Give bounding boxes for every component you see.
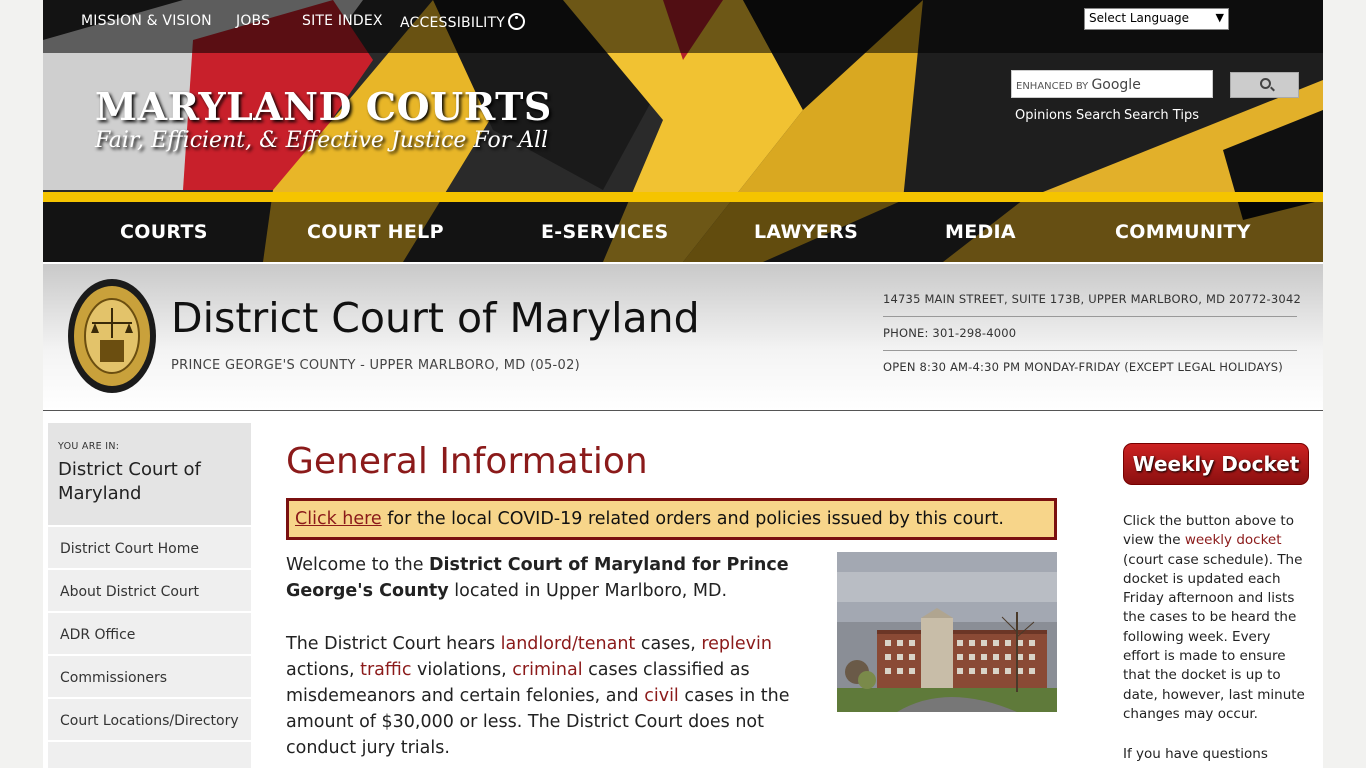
covid-alert-text: for the local COVID-19 related orders an… <box>381 509 1004 529</box>
yellow-divider <box>43 192 1323 202</box>
court-address: 14735 MAIN STREET, SUITE 173B, UPPER MAR… <box>883 292 1301 317</box>
sidebar: YOU ARE IN: District Court of Maryland D… <box>48 423 251 768</box>
welcome-paragraph: Welcome to the District Court of Marylan… <box>286 552 831 604</box>
sidebar-item-court-locations[interactable]: Court Locations/Directory <box>48 699 251 742</box>
language-select-value: Select Language <box>1089 11 1190 25</box>
jobs-link[interactable]: JOBS <box>236 13 270 29</box>
search-tips-link[interactable]: Search Tips <box>1124 108 1199 123</box>
search-placeholder: ENHANCED BY Google <box>1016 77 1141 93</box>
docket-description: Click the button above to view the weekl… <box>1123 512 1309 724</box>
search-placeholder-small: ENHANCED BY <box>1016 81 1089 92</box>
search-button[interactable] <box>1230 72 1299 98</box>
site-index-link[interactable]: SITE INDEX <box>302 13 383 29</box>
weekly-docket-button[interactable]: Weekly Docket <box>1123 443 1309 485</box>
docket-questions-text: If you have questions <box>1123 746 1268 763</box>
landlord-tenant-link[interactable]: landlord/tenant <box>501 634 636 654</box>
search-placeholder-brand: Google <box>1091 77 1141 93</box>
jurisdiction-text-4: violations, <box>411 660 513 680</box>
mission-vision-link[interactable]: MISSION & VISION <box>81 13 212 29</box>
nav-e-services[interactable]: E-SERVICES <box>541 221 669 243</box>
traffic-link[interactable]: traffic <box>360 660 411 680</box>
nav-community[interactable]: COMMUNITY <box>1115 221 1251 243</box>
court-header: District Court of Maryland PRINCE GEORGE… <box>43 264 1323 411</box>
header-banner: MISSION & VISION JOBS SITE INDEX ACCESSI… <box>43 0 1323 262</box>
sidebar-item-adr-office[interactable]: ADR Office <box>48 613 251 656</box>
page-title: General Information <box>286 441 648 482</box>
you-are-in-box: YOU ARE IN: District Court of Maryland <box>48 423 251 527</box>
search-input[interactable]: ENHANCED BY Google <box>1011 70 1213 98</box>
jurisdiction-paragraph: The District Court hears landlord/tenant… <box>286 631 831 761</box>
civil-link[interactable]: civil <box>644 686 679 706</box>
site-title[interactable]: MARYLAND COURTS <box>95 84 552 129</box>
sidebar-item-district-court-home[interactable]: District Court Home <box>48 527 251 570</box>
right-column: Weekly Docket Click the button above to … <box>1123 443 1313 765</box>
weekly-docket-link[interactable]: weekly docket <box>1185 532 1282 548</box>
covid-alert-box: Click here for the local COVID-19 relate… <box>286 498 1057 540</box>
court-phone: PHONE: 301-298-4000 <box>883 326 1297 351</box>
nav-lawyers[interactable]: LAWYERS <box>754 221 858 243</box>
court-hours: OPEN 8:30 AM-4:30 PM MONDAY-FRIDAY (EXCE… <box>883 360 1283 374</box>
court-seal-logo <box>68 279 156 393</box>
opinions-search-link[interactable]: Opinions Search <box>1015 108 1121 123</box>
accessibility-icon <box>508 13 525 30</box>
accessibility-link[interactable]: ACCESSIBILITY <box>400 13 525 31</box>
welcome-text-a: Welcome to the <box>286 555 430 575</box>
court-subtitle: PRINCE GEORGE'S COUNTY - UPPER MARLBORO,… <box>171 358 581 373</box>
nav-court-help[interactable]: COURT HELP <box>307 221 444 243</box>
courthouse-photo <box>837 552 1057 712</box>
nav-media[interactable]: MEDIA <box>945 221 1016 243</box>
main-content: General Information Click here for the l… <box>286 423 1057 758</box>
you-are-in-label: YOU ARE IN: <box>58 441 120 452</box>
sidebar-item-commissioners[interactable]: Commissioners <box>48 656 251 699</box>
site-tagline: Fair, Efficient, & Effective Justice For… <box>95 128 549 153</box>
language-select[interactable]: Select Language ▼ <box>1084 8 1229 30</box>
you-are-in-title[interactable]: District Court of Maryland <box>58 458 241 506</box>
accessibility-label: ACCESSIBILITY <box>400 15 505 31</box>
docket-text-b: (court case schedule). The docket is upd… <box>1123 551 1305 722</box>
search-icon <box>1260 78 1271 89</box>
jurisdiction-text-1: The District Court hears <box>286 634 501 654</box>
jurisdiction-text-2: cases, <box>635 634 702 654</box>
page: MISSION & VISION JOBS SITE INDEX ACCESSI… <box>43 0 1323 768</box>
criminal-link[interactable]: criminal <box>512 660 582 680</box>
chevron-down-icon: ▼ <box>1215 11 1224 24</box>
jurisdiction-text-3: actions, <box>286 660 361 680</box>
nav-courts[interactable]: COURTS <box>120 221 208 243</box>
covid-click-here-link[interactable]: Click here <box>295 509 382 529</box>
replevin-link[interactable]: replevin <box>701 634 772 654</box>
sidebar-item-about-district-court[interactable]: About District Court <box>48 570 251 613</box>
court-name: District Court of Maryland <box>171 294 700 342</box>
welcome-text-b: located in Upper Marlboro, MD. <box>448 581 728 601</box>
sidebar-item-next[interactable] <box>48 742 251 768</box>
